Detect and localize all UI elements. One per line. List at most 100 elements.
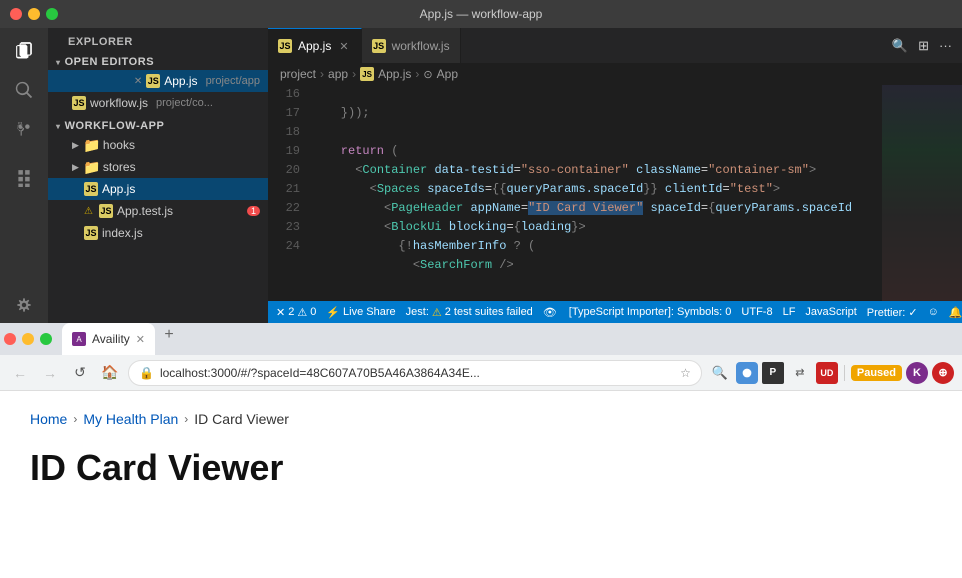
workflow-app-label: WORKFLOW-APP bbox=[65, 120, 165, 132]
js-file-icon: JS bbox=[146, 74, 160, 88]
open-file-name-1: App.js bbox=[164, 74, 197, 88]
appjs-label: App.js bbox=[102, 182, 135, 196]
new-tab-button[interactable]: + bbox=[157, 323, 181, 347]
status-line-ending[interactable]: LF bbox=[783, 306, 796, 318]
js-file-icon-2: JS bbox=[72, 96, 86, 110]
browser-min-btn[interactable] bbox=[22, 333, 34, 345]
search-icon[interactable] bbox=[10, 76, 38, 104]
sidebar-title: Explorer bbox=[48, 28, 268, 52]
open-file-workflowjs[interactable]: JS workflow.js project/co... bbox=[48, 92, 268, 114]
status-jest[interactable]: Jest: ⚠ 2 test suites failed bbox=[406, 306, 533, 319]
status-bar: ✕ 2 ⚠ 0 ⚡ Live Share Jest: ⚠ 2 test suit… bbox=[268, 301, 962, 323]
ext-icon-3[interactable]: ⇄ bbox=[788, 361, 812, 385]
open-file-appjs[interactable]: ✕ JS App.js project/app bbox=[48, 70, 268, 92]
extensions-icon[interactable] bbox=[10, 164, 38, 192]
breadcrumb-home-link[interactable]: Home bbox=[30, 411, 67, 427]
lock-icon: 🔒 bbox=[139, 366, 154, 380]
browser-tab-label: Availity bbox=[92, 332, 130, 346]
status-emoji[interactable]: ☺ bbox=[928, 306, 939, 318]
hooks-folder[interactable]: ▶ 📁 hooks bbox=[48, 134, 268, 156]
sidebar: Explorer ▾ Open Editors ✕ JS App.js proj… bbox=[48, 28, 268, 323]
browser-traffic-lights bbox=[4, 323, 52, 355]
status-ts-importer[interactable]: [TypeScript Importer]: Symbols: 0 bbox=[569, 306, 732, 318]
profile-badge-red[interactable]: ⊕ bbox=[932, 362, 954, 384]
browser-tab-availity[interactable]: A Availity ✕ bbox=[62, 323, 155, 355]
jest-warn-icon: ⚠ bbox=[432, 306, 442, 319]
close-file-icon[interactable]: ✕ bbox=[134, 76, 142, 87]
bc-app-sym: ⊙ bbox=[423, 68, 432, 81]
ext-icon-2[interactable]: P bbox=[762, 362, 784, 384]
indexjs-icon: JS bbox=[84, 226, 98, 240]
bc-sep-2: › bbox=[352, 67, 356, 81]
workflow-app-header[interactable]: ▾ WORKFLOW-APP bbox=[48, 118, 268, 134]
stores-folder[interactable]: ▶ 📁 stores bbox=[48, 156, 268, 178]
bc-sep-3: › bbox=[415, 67, 419, 81]
status-bell[interactable]: 🔔 bbox=[949, 306, 962, 319]
window-title: App.js — workflow-app bbox=[420, 7, 543, 21]
explorer-icon[interactable] bbox=[10, 36, 38, 64]
error-x-icon: ✕ bbox=[276, 306, 285, 319]
open-editors-header[interactable]: ▾ Open Editors bbox=[48, 54, 268, 70]
warn-icon: ⚠ bbox=[84, 206, 93, 217]
browser-extension-icons: 🔍 P ⇄ UD Paused K ⊕ bbox=[708, 361, 954, 385]
code-lines[interactable]: })); return ( <Container data-testid="ss… bbox=[308, 85, 882, 301]
tab-workflowjs[interactable]: JS workflow.js bbox=[362, 28, 461, 63]
status-language[interactable]: JavaScript bbox=[805, 306, 856, 318]
search-editor-icon[interactable]: 🔍 bbox=[890, 36, 910, 56]
browser-search-icon[interactable]: 🔍 bbox=[708, 361, 732, 385]
ext-icon-1[interactable] bbox=[736, 362, 758, 384]
folder-expand-arrow: ▶ bbox=[72, 140, 79, 151]
apptest-icon: JS bbox=[99, 204, 113, 218]
appjs-file[interactable]: JS App.js bbox=[48, 178, 268, 200]
page-breadcrumb: Home › My Health Plan › ID Card Viewer bbox=[30, 411, 932, 427]
maximize-button[interactable] bbox=[46, 8, 58, 20]
vscode-editor: Explorer ▾ Open Editors ✕ JS App.js proj… bbox=[0, 28, 962, 323]
source-control-icon[interactable] bbox=[10, 116, 38, 144]
profile-badge-k[interactable]: K bbox=[906, 362, 928, 384]
address-bar[interactable]: 🔒 localhost:3000/#/?spaceId=48C607A70B5A… bbox=[128, 360, 702, 386]
more-actions-icon[interactable]: ··· bbox=[937, 36, 954, 55]
browser-tab-close-icon[interactable]: ✕ bbox=[136, 333, 145, 346]
bc-app-label: App bbox=[437, 67, 458, 81]
open-editors-section: ▾ Open Editors ✕ JS App.js project/app J… bbox=[48, 52, 268, 116]
breadcrumb-my-health-plan-link[interactable]: My Health Plan bbox=[83, 411, 178, 427]
code-editor[interactable]: 16 17 18 19 20 21 💡 22 23 24 })); return… bbox=[268, 85, 962, 301]
address-text: localhost:3000/#/?spaceId=48C607A70B5A46… bbox=[160, 366, 674, 380]
bc-sep-1: › bbox=[320, 67, 324, 81]
folder-icon-2: 📁 bbox=[85, 160, 99, 174]
apptest-file[interactable]: ⚠ JS App.test.js 1 bbox=[48, 200, 268, 222]
tab-close-icon[interactable]: ✕ bbox=[337, 40, 350, 53]
status-prettier[interactable]: Prettier: ✓ bbox=[867, 306, 918, 319]
status-liveshare[interactable]: ⚡ Live Share bbox=[326, 306, 395, 319]
status-left: ✕ 2 ⚠ 0 ⚡ Live Share Jest: ⚠ 2 test suit… bbox=[276, 306, 557, 319]
close-button[interactable] bbox=[10, 8, 22, 20]
browser-max-btn[interactable] bbox=[40, 333, 52, 345]
browser-close-btn[interactable] bbox=[4, 333, 16, 345]
indexjs-file[interactable]: JS index.js bbox=[48, 222, 268, 244]
tab-appjs-label: App.js bbox=[298, 39, 331, 53]
bc-appjs-icon: JS bbox=[360, 67, 374, 81]
browser-nav: ← → ↺ 🏠 🔒 localhost:3000/#/?spaceId=48C6… bbox=[0, 355, 962, 391]
gear-icon[interactable] bbox=[10, 291, 38, 319]
tab-appjs[interactable]: JS App.js ✕ bbox=[268, 28, 362, 63]
reload-button[interactable]: ↺ bbox=[68, 361, 92, 385]
home-button[interactable]: 🏠 bbox=[98, 361, 122, 385]
status-errors[interactable]: ✕ 2 ⚠ 0 bbox=[276, 306, 316, 319]
editor-breadcrumb: project › app › JS App.js › ⊙ App bbox=[268, 63, 962, 85]
back-button[interactable]: ← bbox=[8, 361, 32, 385]
bookmark-icon[interactable]: ☆ bbox=[680, 366, 691, 380]
bc-project: project bbox=[280, 67, 316, 81]
title-bar: App.js — workflow-app bbox=[0, 0, 962, 28]
status-encoding[interactable]: UTF-8 bbox=[741, 306, 772, 318]
browser: A Availity ✕ + ← → ↺ 🏠 🔒 localhost:3000/… bbox=[0, 323, 962, 578]
ext-icon-ud[interactable]: UD bbox=[816, 362, 838, 384]
open-file-path-2: project/co... bbox=[156, 97, 213, 109]
favicon-text: A bbox=[76, 335, 81, 344]
forward-button[interactable]: → bbox=[38, 361, 62, 385]
collapse-arrow-icon: ▾ bbox=[56, 58, 61, 67]
minimize-button[interactable] bbox=[28, 8, 40, 20]
status-watch[interactable]: 👁 bbox=[543, 306, 557, 319]
breadcrumb-arrow-2: › bbox=[184, 412, 188, 426]
split-editor-icon[interactable]: ⊞ bbox=[916, 36, 931, 56]
bc-app: app bbox=[328, 67, 348, 81]
